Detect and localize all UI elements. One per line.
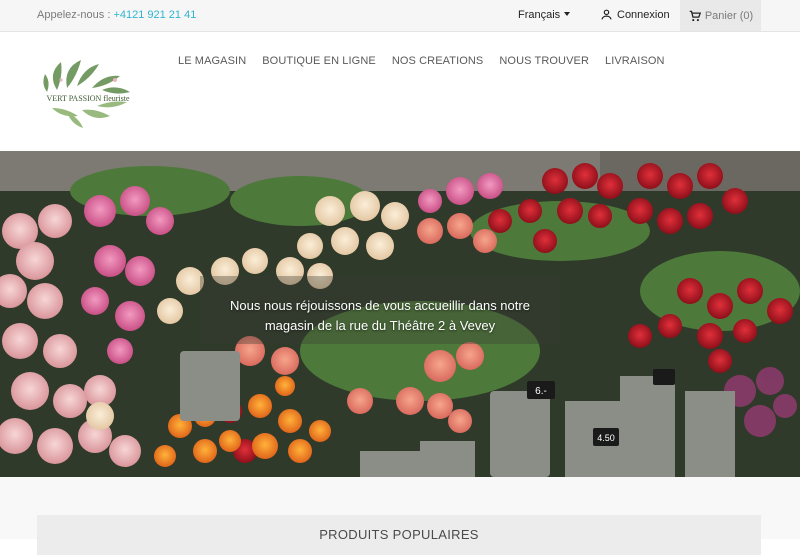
- login-label: Connexion: [617, 8, 670, 21]
- hero-banner[interactable]: 6.- 4.50 Nous nous réjouissons de vous a…: [0, 151, 800, 477]
- price-tag-4-50: 4.50: [597, 433, 615, 443]
- cart-label: Panier (0): [704, 9, 754, 22]
- nav-le-magasin[interactable]: LE MAGASIN: [178, 55, 246, 67]
- phone-label: Appelez-nous :: [37, 9, 114, 21]
- popular-products-title: PRODUITS POPULAIRES: [319, 527, 479, 542]
- nav-livraison[interactable]: LIVRAISON: [605, 55, 665, 67]
- logo-text: VERT PASSION fleuriste: [46, 94, 130, 103]
- hero-caption: Nous nous réjouissons de vous accueillir…: [200, 296, 560, 336]
- cart-button[interactable]: Panier (0): [680, 0, 761, 31]
- content-area: PRODUITS POPULAIRES: [0, 477, 800, 555]
- price-tag-6: 6.-: [535, 386, 547, 397]
- contact-phone: Appelez-nous : +4121 921 21 41: [37, 9, 196, 21]
- hero-caption-line-2: magasin de la rue du Théâtre 2 à Vevey: [264, 318, 496, 333]
- popular-products-section: PRODUITS POPULAIRES: [37, 515, 761, 555]
- login-link[interactable]: Connexion: [600, 8, 670, 21]
- language-label: Français: [518, 9, 561, 21]
- store-logo[interactable]: VERT PASSION fleuriste: [37, 50, 140, 132]
- nav-nous-trouver[interactable]: NOUS TROUVER: [499, 55, 589, 67]
- nav-nos-creations[interactable]: NOS CREATIONS: [392, 55, 484, 67]
- phone-number-link[interactable]: +4121 921 21 41: [113, 9, 196, 21]
- top-bar: Appelez-nous : +4121 921 21 41 Français …: [0, 0, 800, 32]
- caret-down-icon: [564, 12, 571, 16]
- user-icon: [601, 9, 612, 20]
- main-navigation: LE MAGASIN BOUTIQUE EN LIGNE NOS CREATIO…: [178, 55, 681, 67]
- nav-boutique-en-ligne[interactable]: BOUTIQUE EN LIGNE: [262, 55, 376, 67]
- shopping-cart-icon: [689, 10, 702, 21]
- hero-caption-line-1: Nous nous réjouissons de vous accueillir…: [230, 298, 530, 313]
- language-selector[interactable]: Français: [518, 9, 571, 21]
